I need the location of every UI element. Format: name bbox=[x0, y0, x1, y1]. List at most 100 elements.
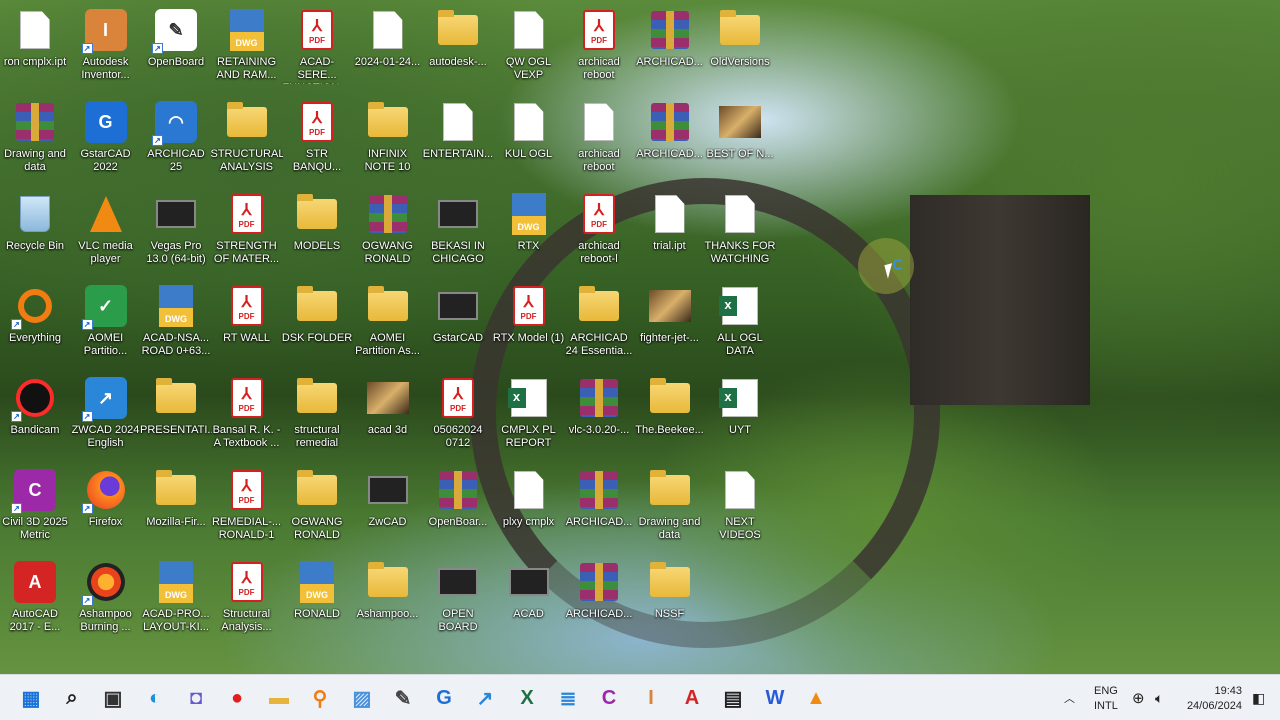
desktop-icon-archicad[interactable]: ARCHICAD... bbox=[563, 462, 635, 554]
desktop-icon-all-ogl-data[interactable]: ALL OGL DATA bbox=[704, 278, 776, 370]
desktop-icon-trial-ipt[interactable]: trial.ipt bbox=[634, 186, 706, 278]
vegas-button[interactable]: ▤ bbox=[718, 683, 748, 713]
desktop-icon-archicad[interactable]: ARCHICAD... bbox=[634, 2, 706, 94]
desktop-icon-openboard[interactable]: ✎ ↗ OpenBoard bbox=[140, 2, 212, 94]
desktop-icon-ogwang-ronald[interactable]: OGWANG RONALD bbox=[352, 186, 424, 278]
inventor-button[interactable]: I bbox=[636, 683, 666, 713]
desktop-icon-ronald[interactable]: DWG RONALD bbox=[281, 554, 353, 646]
desktop-icon-bandicam[interactable]: ↗ Bandicam bbox=[0, 370, 71, 462]
desktop-icon-archicad-25[interactable]: ◠ ↗ ARCHICAD 25 bbox=[140, 94, 212, 186]
desktop-icon-structural-remedial[interactable]: structural remedial bbox=[281, 370, 353, 462]
photos-button[interactable]: ▨ bbox=[347, 683, 377, 713]
desktop-icon-acad-3d[interactable]: acad 3d bbox=[352, 370, 424, 462]
desktop-icon-autocad-2017-e[interactable]: A AutoCAD 2017 - E... bbox=[0, 554, 71, 646]
desktop-icon-structural-analysis[interactable]: ⅄ PDF Structural Analysis... bbox=[211, 554, 283, 646]
desktop-icon-oldversions[interactable]: OldVersions bbox=[704, 2, 776, 94]
desktop-icon-rtx-model-1[interactable]: ⅄ PDF RTX Model (1) bbox=[493, 278, 565, 370]
desktop-icon-acad[interactable]: ACAD bbox=[493, 554, 565, 646]
civil3d-button[interactable]: C bbox=[594, 683, 624, 713]
desktop-icon-models[interactable]: MODELS bbox=[281, 186, 353, 278]
desktop-icon-archicad[interactable]: ARCHICAD... bbox=[634, 94, 706, 186]
desktop-icon-strength-of-mater[interactable]: ⅄ PDF STRENGTH OF MATER... bbox=[211, 186, 283, 278]
vlc-button[interactable]: ▲ bbox=[801, 683, 831, 713]
desktop-icon-drawing-and-data[interactable]: Drawing and data bbox=[634, 462, 706, 554]
desktop-icon-acad-sere-function[interactable]: ⅄PDF ACAD-SERE... FUNCTION ... bbox=[281, 2, 353, 94]
desktop-icon-cmplx-pl-report[interactable]: CMPLX PL REPORT bbox=[493, 370, 565, 462]
gstarcad-button[interactable]: G bbox=[429, 683, 459, 713]
excel-button[interactable]: X bbox=[512, 683, 542, 713]
desktop-icon-archicad-reboot-l[interactable]: ⅄ PDF archicad reboot-l bbox=[563, 186, 635, 278]
desktop-icon-kul-ogl[interactable]: KUL OGL bbox=[493, 94, 565, 186]
openboard-button[interactable]: ✎ bbox=[388, 683, 418, 713]
desktop-icon-aomei-partition-as[interactable]: AOMEI Partition As... bbox=[352, 278, 424, 370]
file-explorer-button[interactable]: ▬ bbox=[264, 683, 294, 713]
desktop-icon-civil-3d-2025-metric[interactable]: C ↗ Civil 3D 2025 Metric bbox=[0, 462, 71, 554]
desktop-icon-the-beekee[interactable]: The.Beekee... bbox=[634, 370, 706, 462]
desktop-icon-bekasi-in-chicago[interactable]: BEKASI IN CHICAGO bbox=[422, 186, 494, 278]
desktop-icon-acad-nsa-road-0-63[interactable]: DWG ACAD-NSA... ROAD 0+63... bbox=[140, 278, 212, 370]
desktop-icon-entertain[interactable]: ENTERTAIN... bbox=[422, 94, 494, 186]
desktop-icon-thanks-for-watching[interactable]: THANKS FOR WATCHING bbox=[704, 186, 776, 278]
clock[interactable]: 19:43 24/06/2024 bbox=[1187, 684, 1242, 714]
desktop-icon-next-videos[interactable]: NEXT VIDEOS bbox=[704, 462, 776, 554]
desktop-icon-openboar[interactable]: OpenBoar... bbox=[422, 462, 494, 554]
desktop-icon-ashampoo-burning[interactable]: ↗ Ashampoo Burning ... bbox=[70, 554, 142, 646]
desktop-icon-plxy-cmplx[interactable]: plxy cmplx bbox=[493, 462, 565, 554]
desktop-icon-2024-01-24[interactable]: 2024-01-24... bbox=[352, 2, 424, 94]
desktop-icon-nssf[interactable]: NSSF bbox=[634, 554, 706, 646]
desktop-icon-vegas-pro-13-0-64-bit[interactable]: Vegas Pro 13.0 (64-bit) bbox=[140, 186, 212, 278]
desktop-icon-vlc-3-0-20[interactable]: vlc-3.0.20-... bbox=[563, 370, 635, 462]
desktop-icon-gstarcad[interactable]: GstarCAD bbox=[422, 278, 494, 370]
word-button[interactable]: W bbox=[760, 683, 790, 713]
desktop-icon-archicad-24-essentia[interactable]: ARCHICAD 24 Essentia... bbox=[563, 278, 635, 370]
desktop-icon-archicad-reboot[interactable]: ⅄ PDF archicad reboot bbox=[563, 2, 635, 94]
desktop-icon-archicad-reboot[interactable]: archicad reboot bbox=[563, 94, 635, 186]
network-icon[interactable]: ⊕ bbox=[1132, 675, 1145, 720]
teams-button[interactable]: ◘ bbox=[181, 683, 211, 713]
desktop-icon-bansal-r-k-a-textbook[interactable]: ⅄ PDF Bansal R. K. - A Textbook ... bbox=[211, 370, 283, 462]
edge-button[interactable]: ◐ bbox=[140, 683, 170, 713]
desktop-icon-drawing-and-data[interactable]: Drawing and data bbox=[0, 94, 71, 186]
search-button[interactable]: ⌕ bbox=[57, 683, 87, 713]
volume-icon[interactable]: 🔈︎ bbox=[1155, 675, 1163, 720]
desktop-icon-qw-ogl-vexp[interactable]: QW OGL VEXP bbox=[493, 2, 565, 94]
desktop-icon-best-of-n[interactable]: BEST OF N... bbox=[704, 94, 776, 186]
desktop-icon-zwcad[interactable]: ZwCAD bbox=[352, 462, 424, 554]
desktop-icon-acad-pro-layout-ki[interactable]: DWG ACAD-PRO... LAYOUT-KI... bbox=[140, 554, 212, 646]
desktop-icon-retaining-and-ram[interactable]: DWG RETAINING AND RAM... bbox=[211, 2, 283, 94]
autocad-button[interactable]: A bbox=[677, 683, 707, 713]
desktop-icon-archicad[interactable]: ARCHICAD... bbox=[563, 554, 635, 646]
desktop-icon-structural-analysis[interactable]: STRUCTURAL ANALYSIS bbox=[211, 94, 283, 186]
desktop-icon-open-board[interactable]: OPEN BOARD bbox=[422, 554, 494, 646]
desktop-icon-dsk-folder[interactable]: DSK FOLDER bbox=[281, 278, 353, 370]
desktop-icon-autodesk[interactable]: autodesk-... bbox=[422, 2, 494, 94]
input-language-indicator[interactable]: ENG INTL bbox=[1094, 684, 1118, 714]
desktop-icon-mozilla-fir[interactable]: Mozilla-Fir... bbox=[140, 462, 212, 554]
notification-icon[interactable]: ◧ bbox=[1252, 675, 1265, 720]
desktop-icon-ron-cmplx-ipt[interactable]: ron cmplx.ipt bbox=[0, 2, 71, 94]
desktop-icon-ogwang-ronald[interactable]: OGWANG RONALD bbox=[281, 462, 353, 554]
desktop-icon-everything[interactable]: ↗ Everything bbox=[0, 278, 71, 370]
task-view-button[interactable]: ▣ bbox=[98, 683, 128, 713]
desktop-icon-gstarcad-2022[interactable]: G GstarCAD 2022 bbox=[70, 94, 142, 186]
desktop-icon-str-banqu[interactable]: ⅄ PDF STR BANQU... bbox=[281, 94, 353, 186]
desktop-icon-firefox[interactable]: ↗ Firefox bbox=[70, 462, 142, 554]
desktop-icon-uyt[interactable]: UYT bbox=[704, 370, 776, 462]
show-hidden-icons-button[interactable]: ︿ bbox=[1064, 675, 1075, 720]
desktop-icon-autodesk-inventor[interactable]: I ↗ Autodesk Inventor... bbox=[70, 2, 142, 94]
zwcad-button[interactable]: ↗ bbox=[470, 683, 500, 713]
everything-button[interactable]: ⚲ bbox=[305, 683, 335, 713]
bandicam-button[interactable]: ● bbox=[222, 683, 252, 713]
desktop-icon-rt-wall[interactable]: ⅄ PDF RT WALL bbox=[211, 278, 283, 370]
desktop-icon-vlc-media-player[interactable]: VLC media player bbox=[70, 186, 142, 278]
desktop-icon-zwcad-2024-english[interactable]: ↗ ↗ ZWCAD 2024 English bbox=[70, 370, 142, 462]
desktop-icon-ashampoo[interactable]: Ashampoo... bbox=[352, 554, 424, 646]
desktop-icon-05062024-0712[interactable]: ⅄ PDF 05062024 0712 bbox=[422, 370, 494, 462]
notepad-button[interactable]: ≣ bbox=[553, 683, 583, 713]
start-button[interactable]: ▦ bbox=[16, 683, 46, 713]
desktop-icon-presentati[interactable]: PRESENTATI... bbox=[140, 370, 212, 462]
desktop-icon-fighter-jet[interactable]: fighter-jet-... bbox=[634, 278, 706, 370]
desktop-icon-infinix-note-10[interactable]: INFINIX NOTE 10 bbox=[352, 94, 424, 186]
desktop-icon-aomei-partitio[interactable]: ✓ ↗ AOMEI Partitio... bbox=[70, 278, 142, 370]
desktop-icon-remedial-ronald-1[interactable]: ⅄ PDF REMEDIAL-... RONALD-1 bbox=[211, 462, 283, 554]
